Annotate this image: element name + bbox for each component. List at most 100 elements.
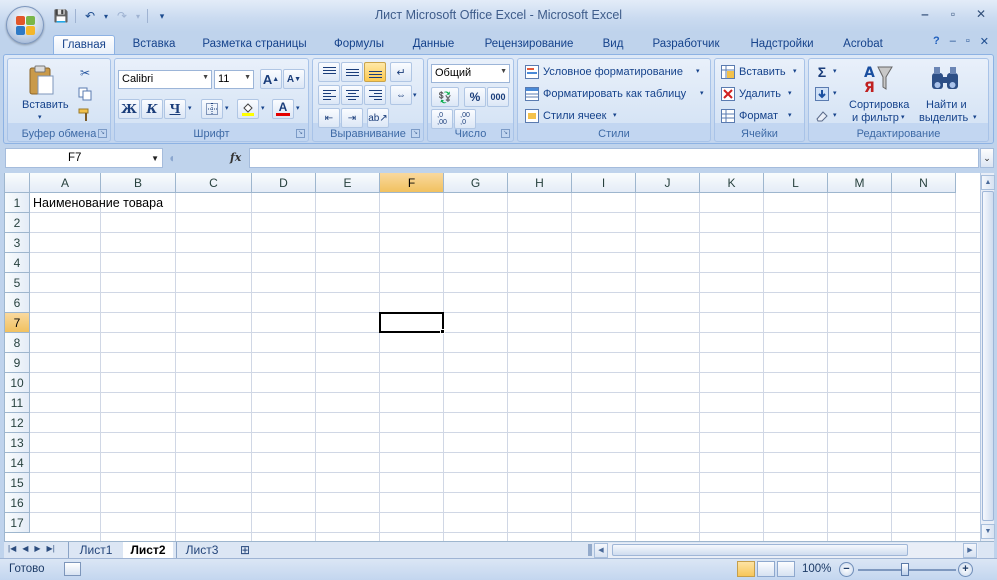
row-header-1[interactable]: 1 [5, 193, 30, 213]
paste-button-label[interactable]: Вставить [22, 99, 69, 111]
page-break-view-icon[interactable] [777, 561, 795, 577]
sheet-tab-1[interactable]: Лист1 [74, 542, 118, 558]
align-top-button[interactable] [318, 62, 340, 82]
autosum-button[interactable]: Σ [814, 64, 830, 80]
ribbon-restore-icon[interactable]: ▫ [966, 35, 970, 48]
shrink-font-button[interactable]: A ▼ [283, 69, 305, 89]
tab-home[interactable]: Главная [53, 35, 115, 55]
column-header-a[interactable]: A [30, 173, 101, 193]
percent-button[interactable]: % [464, 87, 486, 107]
borders-dropdown-icon[interactable]: ▾ [225, 104, 229, 112]
format-as-table-dropdown-icon[interactable]: ▾ [700, 89, 704, 97]
close-icon[interactable]: ✕ [973, 6, 989, 22]
office-button[interactable] [6, 6, 44, 44]
increase-decimal-button[interactable]: ,0 ,00 [431, 109, 453, 129]
ribbon-minimize-icon[interactable]: ‒ [950, 35, 956, 48]
chevron-down-icon[interactable]: ▼ [151, 154, 159, 163]
delete-cells-button[interactable]: Удалить [739, 88, 781, 100]
row-header-6[interactable]: 6 [5, 293, 30, 313]
last-sheet-icon[interactable]: ▶| [47, 544, 55, 553]
cell-a1[interactable]: Наименование товара [33, 196, 163, 210]
paste-icon[interactable] [26, 63, 56, 97]
fill-down-icon[interactable] [814, 86, 830, 102]
thousands-separator-button[interactable]: 000 [487, 87, 509, 107]
sheet-tab-2[interactable]: Лист2 [123, 542, 173, 558]
find-select-label-2[interactable]: выделить [919, 112, 968, 124]
conditional-formatting-button[interactable]: Условное форматирование [543, 66, 683, 78]
decrease-indent-button[interactable]: ⇤ [318, 108, 340, 128]
column-header-j[interactable]: J [636, 173, 700, 193]
row-header-15[interactable]: 15 [5, 473, 30, 493]
vertical-scrollbar[interactable]: ▲ ▼ [980, 173, 995, 541]
sort-filter-label-2[interactable]: и фильтр [852, 112, 899, 124]
row-header-11[interactable]: 11 [5, 393, 30, 413]
scroll-up-icon[interactable]: ▲ [981, 175, 995, 190]
tab-developer[interactable]: Разработчик [645, 35, 727, 54]
zoom-level[interactable]: 100% [802, 563, 831, 575]
horizontal-scroll-thumb[interactable] [612, 544, 908, 556]
normal-view-icon[interactable] [737, 561, 755, 577]
align-left-button[interactable] [318, 85, 340, 105]
row-header-10[interactable]: 10 [5, 373, 30, 393]
column-header-g[interactable]: G [444, 173, 508, 193]
font-color-dropdown-icon[interactable]: ▾ [296, 104, 300, 112]
scroll-left-icon[interactable]: ◀ [594, 543, 608, 558]
find-select-label-1[interactable]: Найти и [926, 99, 967, 111]
sort-filter-label-1[interactable]: Сортировка [849, 99, 909, 111]
column-header-d[interactable]: D [252, 173, 316, 193]
column-header-n[interactable]: N [892, 173, 956, 193]
autosum-dropdown-icon[interactable]: ▾ [833, 67, 837, 75]
tab-view[interactable]: Вид [594, 35, 632, 54]
column-header-k[interactable]: K [700, 173, 764, 193]
merge-center-button[interactable]: ⇔ [390, 85, 412, 105]
vertical-scroll-thumb[interactable] [982, 191, 994, 521]
tab-add-ins[interactable]: Надстройки [743, 35, 821, 54]
help-icon[interactable]: ? [933, 35, 940, 48]
tab-acrobat[interactable]: Acrobat [836, 35, 890, 54]
orientation-button[interactable]: ab↗ [367, 108, 389, 128]
number-format-combo[interactable]: Общий ▼ [431, 64, 510, 83]
borders-button[interactable] [201, 99, 223, 119]
column-header-m[interactable]: M [828, 173, 892, 193]
column-header-l[interactable]: L [764, 173, 828, 193]
row-header-9[interactable]: 9 [5, 353, 30, 373]
expand-formula-bar-icon[interactable]: ⌄ [980, 148, 994, 168]
column-header-f[interactable]: F [380, 173, 444, 193]
align-right-button[interactable] [364, 85, 386, 105]
bold-button[interactable]: Ж [118, 99, 140, 119]
format-painter-icon[interactable] [76, 106, 94, 124]
column-header-e[interactable]: E [316, 173, 380, 193]
underline-button[interactable]: Ч [164, 99, 186, 119]
alignment-launcher-icon[interactable]: ↘ [411, 129, 420, 138]
cell-styles-dropdown-icon[interactable]: ▾ [613, 111, 617, 119]
horizontal-scrollbar[interactable]: ◀ ▶ [594, 543, 978, 558]
tab-review[interactable]: Рецензирование [477, 35, 581, 54]
minimize-icon[interactable]: ‒ [917, 6, 933, 22]
fill-color-button[interactable] [237, 99, 259, 119]
align-bottom-button[interactable] [364, 62, 386, 82]
spreadsheet-grid[interactable]: A B C D E F G H I J K L M N 1 2 3 4 5 6 7 8 9 10 11 12 13 14 15 16 17 Н… [4, 173, 980, 541]
format-as-table-button[interactable]: Форматировать как таблицу [543, 88, 686, 100]
row-header-13[interactable]: 13 [5, 433, 30, 453]
insert-cells-dropdown-icon[interactable]: ▾ [793, 67, 797, 75]
row-header-7[interactable]: 7 [5, 313, 30, 333]
insert-sheet-icon[interactable]: ⊞ [233, 542, 257, 558]
next-sheet-icon[interactable]: ▶ [34, 544, 40, 553]
name-box[interactable]: F7 ▼ [5, 148, 163, 168]
row-header-17[interactable]: 17 [5, 513, 30, 533]
column-header-c[interactable]: C [176, 173, 252, 193]
grow-font-button[interactable]: A ▲ [260, 69, 282, 89]
first-sheet-icon[interactable]: |◀ [8, 544, 16, 553]
delete-cells-dropdown-icon[interactable]: ▾ [788, 89, 792, 97]
active-cell[interactable] [379, 312, 444, 333]
cell-styles-button[interactable]: Стили ячеек [543, 110, 606, 122]
zoom-in-icon[interactable]: + [958, 562, 973, 577]
resize-handle-icon[interactable]: ◖ [168, 151, 180, 165]
increase-indent-button[interactable]: ⇥ [341, 108, 363, 128]
row-header-5[interactable]: 5 [5, 273, 30, 293]
copy-icon[interactable] [76, 85, 94, 103]
font-size-combo[interactable]: 11 ▼ [214, 70, 254, 89]
zoom-slider-thumb[interactable] [901, 563, 909, 576]
fill-handle[interactable] [440, 329, 445, 334]
paste-dropdown-icon[interactable]: ▾ [38, 113, 42, 121]
